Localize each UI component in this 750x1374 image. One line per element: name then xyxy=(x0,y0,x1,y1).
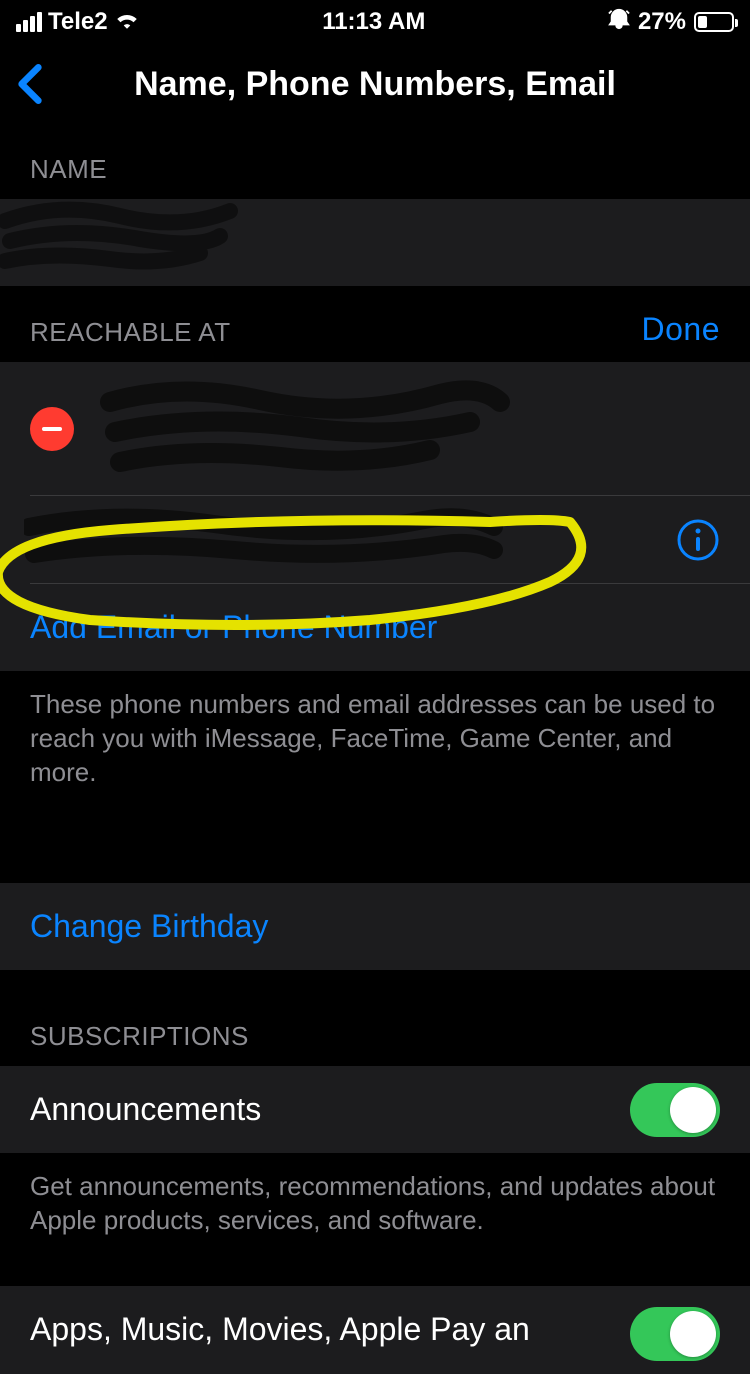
cellular-signal-icon xyxy=(16,12,42,32)
info-button[interactable] xyxy=(676,518,720,562)
chevron-left-icon xyxy=(18,64,42,104)
minus-icon xyxy=(42,427,62,431)
change-birthday-button[interactable]: Change Birthday xyxy=(0,883,750,971)
reachable-footer: These phone numbers and email addresses … xyxy=(0,672,750,789)
battery-percentage: 27% xyxy=(638,8,686,36)
name-cell[interactable] xyxy=(0,199,750,287)
add-email-phone-button[interactable]: Add Email or Phone Number xyxy=(0,584,750,672)
delete-button[interactable] xyxy=(30,407,74,451)
redaction-scribble xyxy=(0,191,260,281)
done-button[interactable]: Done xyxy=(642,311,721,348)
section-header-reachable: REACHABLE AT Done xyxy=(0,287,750,362)
apps-music-row[interactable]: Apps, Music, Movies, Apple Pay an xyxy=(0,1286,750,1374)
status-right-group: 27% xyxy=(608,8,734,37)
carrier-label: Tele2 xyxy=(48,8,108,36)
reachable-row-1[interactable] xyxy=(0,362,750,496)
reachable-list: Add Email or Phone Number xyxy=(0,362,750,672)
info-icon xyxy=(676,518,720,562)
battery-icon xyxy=(694,12,734,32)
status-left-group: Tele2 xyxy=(16,8,140,36)
apps-music-label: Apps, Music, Movies, Apple Pay an xyxy=(30,1311,530,1348)
status-bar: Tele2 11:13 AM 27% xyxy=(0,0,750,44)
reachable-row-2[interactable] xyxy=(0,496,750,584)
section-header-subscriptions: SUBSCRIPTIONS xyxy=(0,971,750,1066)
nav-header: Name, Phone Numbers, Email xyxy=(0,44,750,124)
alarm-icon xyxy=(608,8,630,37)
redaction-scribble xyxy=(100,372,520,482)
announcements-toggle[interactable] xyxy=(630,1083,720,1137)
announcements-label: Announcements xyxy=(30,1091,261,1128)
toggle-knob xyxy=(670,1087,716,1133)
announcements-footer: Get announcements, recommendations, and … xyxy=(0,1154,750,1238)
wifi-icon xyxy=(114,8,140,36)
back-button[interactable] xyxy=(10,64,50,104)
page-title: Name, Phone Numbers, Email xyxy=(0,65,750,104)
announcements-row[interactable]: Announcements xyxy=(0,1066,750,1154)
section-header-name: NAME xyxy=(0,130,750,199)
redaction-scribble xyxy=(24,502,504,580)
status-time: 11:13 AM xyxy=(322,8,425,36)
